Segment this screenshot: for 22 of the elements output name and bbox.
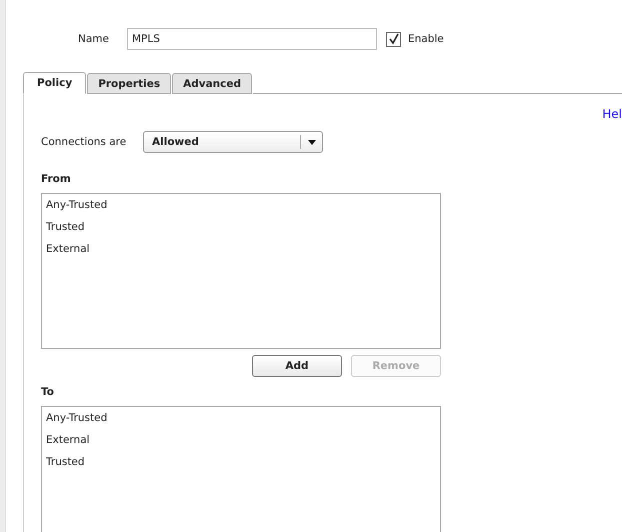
- connections-dropdown[interactable]: Allowed: [143, 131, 323, 153]
- from-list[interactable]: Any-Trusted Trusted External: [41, 193, 441, 349]
- list-item[interactable]: External: [46, 242, 436, 264]
- list-item[interactable]: Trusted: [46, 455, 436, 477]
- to-list[interactable]: Any-Trusted External Trusted: [41, 406, 441, 532]
- name-label: Name: [77, 33, 110, 45]
- from-label: From: [41, 173, 72, 185]
- list-item[interactable]: External: [46, 433, 436, 455]
- list-item[interactable]: Trusted: [46, 220, 436, 242]
- tab[interactable]: Properties: [87, 73, 172, 94]
- enable-label: Enable: [408, 33, 444, 45]
- to-label: To: [41, 386, 55, 398]
- connections-label: Connections are: [41, 136, 128, 148]
- list-item[interactable]: Any-Trusted: [46, 198, 436, 220]
- tab[interactable]: Advanced: [172, 73, 252, 94]
- list-item[interactable]: Any-Trusted: [46, 411, 436, 433]
- help-link[interactable]: Hel: [602, 107, 622, 123]
- action-button[interactable]: Add: [252, 355, 342, 377]
- caret-icon: [308, 140, 316, 144]
- enable-checkbox[interactable]: [386, 32, 401, 46]
- name-field[interactable]: MPLS: [127, 28, 377, 50]
- tab[interactable]: Policy: [23, 72, 86, 94]
